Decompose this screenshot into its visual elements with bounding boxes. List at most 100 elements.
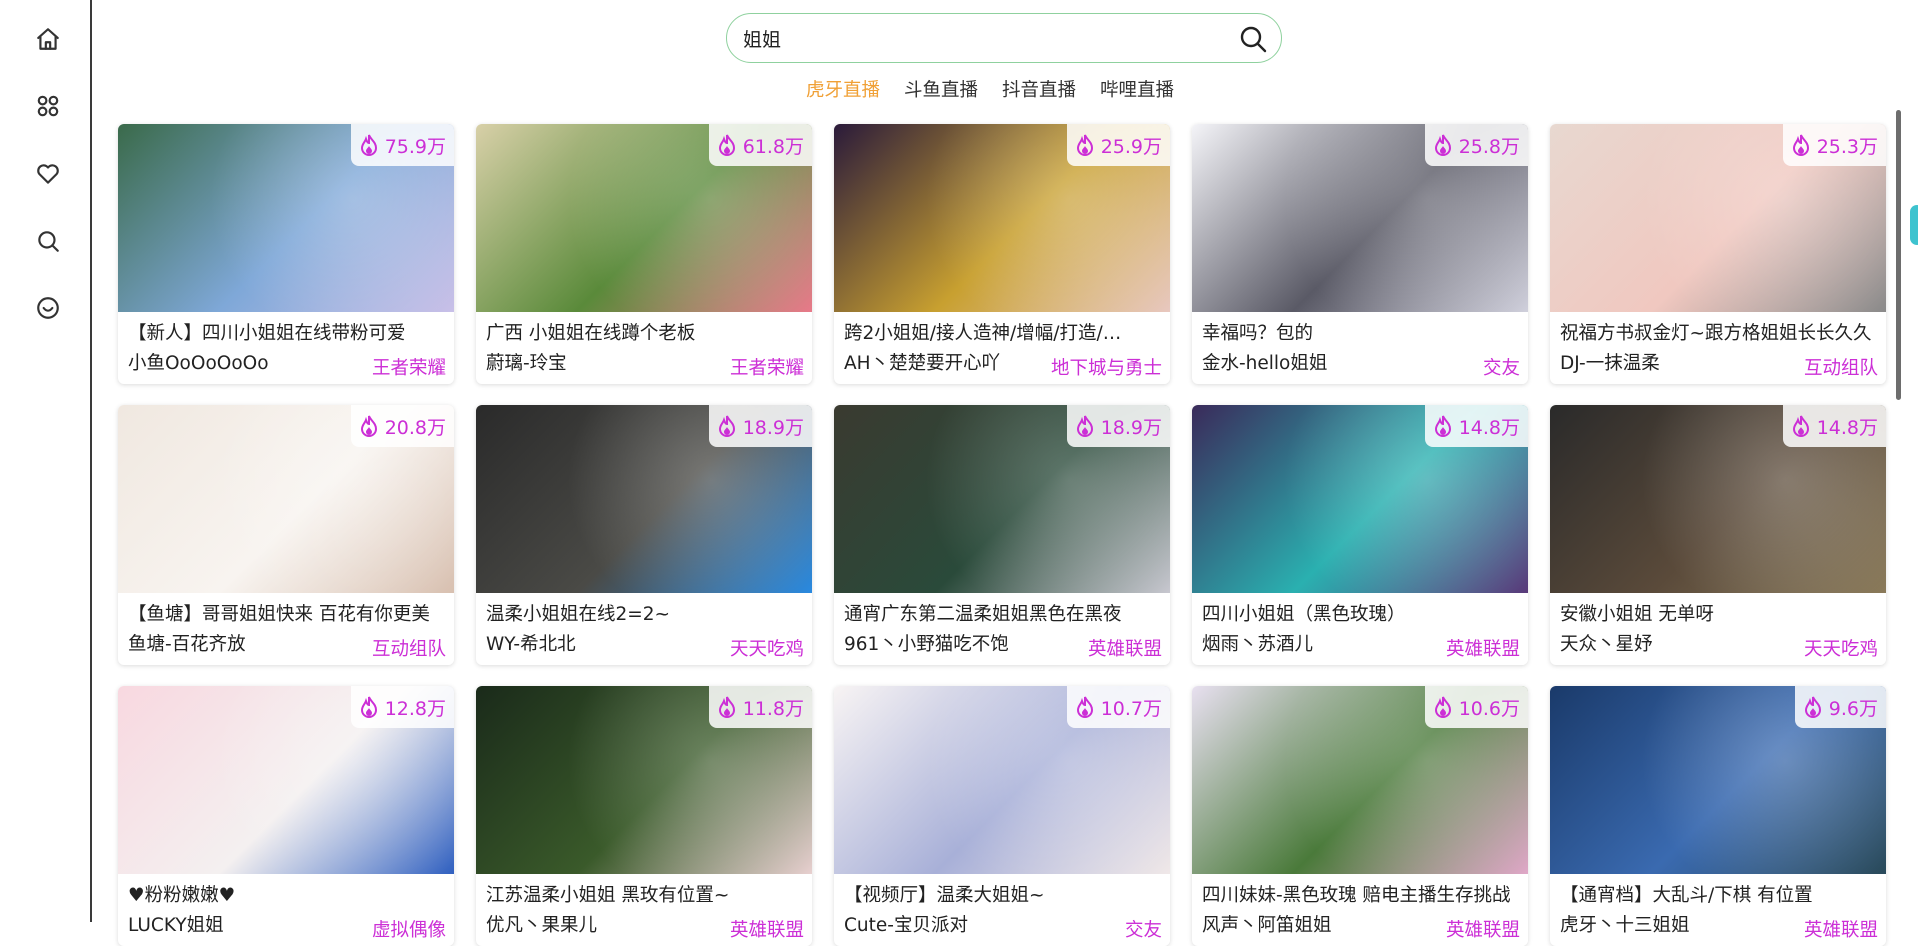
- nav-favorites[interactable]: [30, 158, 66, 194]
- flame-icon: [1434, 696, 1451, 718]
- room-card[interactable]: 11.8万 英雄联盟 江苏温柔小姐姐 黑玫有位置~ 优凡丶果果儿: [476, 686, 812, 946]
- anchor-name: WY-希北北: [486, 634, 576, 655]
- flame-icon: [360, 134, 377, 156]
- room-card[interactable]: 14.8万 天天吃鸡 安徽小姐姐 无单呀 天众丶星妤: [1550, 405, 1886, 665]
- heat-badge: 11.8万: [708, 686, 812, 728]
- anchor-name: 961丶小野猫吃不饱: [844, 634, 1009, 655]
- anchor-name: 蔚璃-玲宝: [486, 353, 567, 374]
- anchor-name: 天众丶星妤: [1560, 634, 1653, 655]
- heat-badge: 10.6万: [1424, 686, 1528, 728]
- heat-badge: 14.8万: [1782, 405, 1886, 447]
- nav-category[interactable]: [30, 90, 66, 126]
- sidebar: [0, 0, 92, 922]
- anchor-name: 鱼塘-百花齐放: [128, 634, 246, 655]
- room-card[interactable]: 25.9万 地下城与勇士 跨2小姐姐/接人造神/增幅/打造/… AH丶楚楚要开心吖: [834, 124, 1170, 384]
- heat-badge: 12.8万: [350, 686, 454, 728]
- room-title: 【视频厅】温柔大姐姐~: [844, 885, 1045, 906]
- tab-1[interactable]: 斗鱼直播: [904, 76, 978, 102]
- room-title: 广西 小姐姐在线蹲个老板: [486, 323, 696, 344]
- floating-handle[interactable]: [1910, 205, 1918, 245]
- heat-value: 25.3万: [1816, 135, 1878, 158]
- room-title: 江苏温柔小姐姐 黑玫有位置~: [486, 885, 730, 906]
- room-card[interactable]: 12.8万 虚拟偶像 ♥粉粉嫩嫩♥ LUCKY姐姐: [118, 686, 454, 946]
- nav-search[interactable]: [30, 225, 66, 261]
- heart-icon: [35, 161, 61, 191]
- heat-badge: 25.8万: [1424, 124, 1528, 166]
- heat-badge: 14.8万: [1424, 405, 1528, 447]
- flame-icon: [1792, 134, 1809, 156]
- heat-value: 75.9万: [384, 135, 446, 158]
- heat-badge: 25.9万: [1066, 124, 1170, 166]
- flame-icon: [360, 696, 377, 718]
- flame-icon: [718, 696, 735, 718]
- room-card[interactable]: 20.8万 互动组队 【鱼塘】哥哥姐姐快来 百花有你更美 鱼塘-百花齐放: [118, 405, 454, 665]
- room-card[interactable]: 10.6万 英雄联盟 四川妹妹-黑色玫瑰 赔电主播生存挑战 风声丶阿笛姐姐: [1192, 686, 1528, 946]
- flame-icon: [1076, 415, 1093, 437]
- tab-0[interactable]: 虎牙直播: [806, 76, 880, 102]
- search-input[interactable]: [743, 27, 1213, 49]
- platform-tabs: 虎牙直播 斗鱼直播 抖音直播 哔哩直播: [806, 76, 1198, 102]
- heat-value: 18.9万: [742, 416, 804, 439]
- main-content: 虎牙直播斗鱼直播抖音直播哔哩直播 75.9万王者荣耀【新人】四川小姐姐在线带粉可…: [94, 0, 1894, 946]
- flame-icon: [1434, 134, 1451, 156]
- smile-icon: [35, 295, 61, 325]
- flame-icon: [360, 415, 377, 437]
- anchor-name: 优凡丶果果儿: [486, 915, 598, 936]
- heat-badge: 20.8万: [350, 405, 454, 447]
- room-card[interactable]: 18.9万 天天吃鸡 温柔小姐姐在线2=2~ WY-希北北: [476, 405, 812, 665]
- anchor-name: DJ-一抹温柔: [1560, 353, 1660, 374]
- heat-value: 25.9万: [1100, 135, 1162, 158]
- room-title: 【新人】四川小姐姐在线带粉可爱: [128, 323, 406, 344]
- room-title: 跨2小姐姐/接人造神/增幅/打造/…: [844, 323, 1122, 344]
- heat-badge: 9.6万: [1794, 686, 1886, 728]
- room-card[interactable]: 75.9万 王者荣耀 【新人】四川小姐姐在线带粉可爱 小鱼OoOoOoOo: [118, 124, 454, 384]
- room-title: ♥粉粉嫩嫩♥: [128, 885, 236, 906]
- nav-profile[interactable]: [30, 292, 66, 328]
- heat-value: 11.8万: [742, 697, 804, 720]
- room-card[interactable]: 10.7万 交友 【视频厅】温柔大姐姐~ Cute-宝贝派对: [834, 686, 1170, 946]
- room-card[interactable]: 14.8万 英雄联盟 四川小姐姐（黑色玫瑰） 烟雨丶苏酒儿: [1192, 405, 1528, 665]
- room-title: 幸福吗？包的: [1202, 323, 1314, 344]
- room-title: 【通宵档】大乱斗/下棋 有位置: [1560, 885, 1813, 906]
- flame-icon: [1076, 134, 1093, 156]
- heat-value: 9.6万: [1828, 697, 1878, 720]
- flame-icon: [718, 134, 735, 156]
- anchor-name: LUCKY姐姐: [128, 915, 224, 936]
- room-title: 温柔小姐姐在线2=2~: [486, 604, 671, 625]
- search-icon: [1240, 26, 1267, 53]
- anchor-name: Cute-宝贝派对: [844, 915, 968, 936]
- category-icon: [35, 93, 61, 123]
- heat-badge: 10.7万: [1066, 686, 1170, 728]
- anchor-name: AH丶楚楚要开心吖: [844, 353, 1001, 374]
- room-card[interactable]: 61.8万 王者荣耀 广西 小姐姐在线蹲个老板 蔚璃-玲宝: [476, 124, 812, 384]
- flame-icon: [1804, 696, 1821, 718]
- anchor-name: 金水-hello姐姐: [1202, 353, 1328, 374]
- heat-value: 20.8万: [384, 416, 446, 439]
- room-title: 安徽小姐姐 无单呀: [1560, 604, 1714, 625]
- room-card[interactable]: 18.9万 英雄联盟 通宵广东第二温柔姐姐黑色在黑夜 961丶小野猫吃不饱: [834, 405, 1170, 665]
- heat-value: 61.8万: [742, 135, 804, 158]
- flame-icon: [1076, 696, 1093, 718]
- flame-icon: [1434, 415, 1451, 437]
- heat-value: 10.7万: [1100, 697, 1162, 720]
- room-card[interactable]: 9.6万 英雄联盟 【通宵档】大乱斗/下棋 有位置 虎牙丶十三姐姐: [1550, 686, 1886, 946]
- room-card[interactable]: 25.3万 互动组队 祝福方书叔金灯~跟方格姐姐长长久久 DJ-一抹温柔: [1550, 124, 1886, 384]
- search-bar: [726, 13, 1282, 63]
- room-title: 祝福方书叔金灯~跟方格姐姐长长久久: [1560, 323, 1872, 344]
- room-title: 四川小姐姐（黑色玫瑰）: [1202, 604, 1406, 625]
- heat-badge: 61.8万: [708, 124, 812, 166]
- search-button[interactable]: [1239, 25, 1267, 53]
- heat-badge: 18.9万: [1066, 405, 1170, 447]
- heat-value: 14.8万: [1816, 416, 1878, 439]
- scrollbar[interactable]: [1896, 110, 1901, 400]
- home-icon: [35, 26, 61, 56]
- tab-2[interactable]: 抖音直播: [1002, 76, 1076, 102]
- room-card[interactable]: 25.8万 交友 幸福吗？包的 金水-hello姐姐: [1192, 124, 1528, 384]
- heat-value: 18.9万: [1100, 416, 1162, 439]
- room-title: 【鱼塘】哥哥姐姐快来 百花有你更美: [128, 604, 430, 625]
- nav-home[interactable]: [30, 23, 66, 59]
- room-title: 通宵广东第二温柔姐姐黑色在黑夜: [844, 604, 1122, 625]
- anchor-name: 虎牙丶十三姐姐: [1560, 915, 1690, 936]
- heat-value: 12.8万: [384, 697, 446, 720]
- tab-3[interactable]: 哔哩直播: [1100, 76, 1174, 102]
